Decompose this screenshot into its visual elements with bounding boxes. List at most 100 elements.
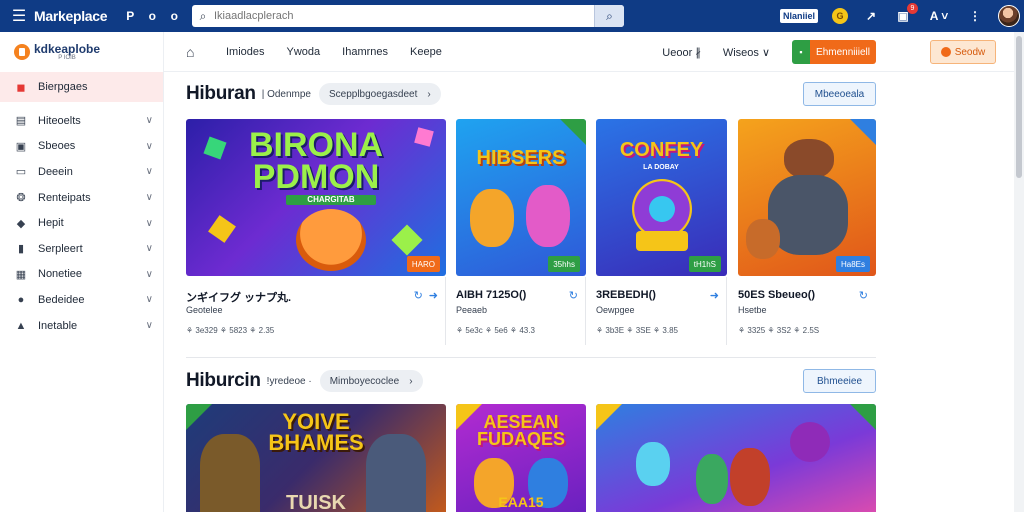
sidebar-item-label: Bedeidee — [38, 293, 85, 306]
game-card[interactable]: AESEAN FUDAQES EAA15 — [456, 404, 586, 512]
logo[interactable]: kdkeaplobe P IOIB — [0, 32, 163, 72]
search-input[interactable] — [214, 10, 594, 22]
refresh-icon[interactable]: ↻ — [414, 289, 423, 302]
notifications-button[interactable]: ▣ 9 — [894, 3, 918, 25]
circle-icon-2[interactable]: o — [165, 7, 183, 25]
coin-icon[interactable]: G — [832, 8, 848, 24]
game-card[interactable]: HIBSERS 35hhs AIBH 7125O() ↻ Peeaeb ⚘ 5e… — [456, 119, 586, 349]
nav-link[interactable]: Ihamrnes — [342, 46, 388, 58]
refresh-icon[interactable]: ↻ — [859, 289, 868, 302]
language-icon[interactable]: A ˅ — [926, 7, 952, 25]
card-actions[interactable]: ↻ — [859, 289, 868, 302]
sidebar-item-label: Inetable — [38, 319, 78, 332]
notification-badge: 9 — [907, 3, 918, 14]
list-icon: ▤ — [15, 115, 27, 128]
scrollbar[interactable] — [1014, 32, 1024, 512]
sidebar-item-label: Hiteoelts — [38, 114, 81, 127]
chevron-down-icon: ∨ — [145, 294, 153, 306]
card-divider — [585, 277, 586, 345]
sidebar-item-home[interactable]: ◼ Bierpgaes — [0, 72, 163, 102]
cart-icon: ▪ — [792, 40, 810, 64]
chevron-down-icon: ∨ — [145, 140, 153, 152]
nav-link[interactable]: Imiodes — [226, 46, 265, 58]
card-divider — [726, 277, 727, 345]
share-icon[interactable]: ↗ — [862, 7, 880, 25]
art-subtitle: EAA15 — [498, 494, 544, 510]
logo-text: kdkeaplobe — [34, 42, 101, 56]
art-subtitle: TUISK — [286, 492, 346, 512]
chevron-right-icon: › — [409, 375, 413, 387]
app-title[interactable]: Markeplace — [34, 8, 108, 24]
tag-icon: ◆ — [16, 217, 26, 230]
view-dropdown[interactable]: Wiseos ∨ — [723, 46, 770, 59]
sidebar-item-label: Hepit — [38, 217, 64, 230]
section-divider — [186, 357, 876, 358]
corner-ribbon — [560, 119, 586, 145]
avatar[interactable] — [998, 5, 1020, 27]
sidebar-item-book[interactable]: ▮ Serpleert ∨ — [0, 236, 163, 262]
card-publisher: Hsetbe — [738, 305, 767, 315]
store-icon: ▣ — [15, 140, 27, 153]
primary-action-button[interactable]: ▪ Ehmenniiiell — [792, 40, 876, 64]
nav-link[interactable]: Keepe — [410, 46, 442, 58]
home-icon[interactable]: ⌂ — [186, 44, 204, 60]
section-filter-pill[interactable]: Scepplbgoegasdeet › — [318, 83, 441, 105]
art-title: BIRONA PDMON — [248, 126, 384, 197]
chevron-down-icon: ∨ — [145, 115, 153, 127]
pill-label: Scepplbgoegasdeet — [328, 88, 418, 100]
game-thumbnail: YOIVE BHAMES TUISK — [186, 404, 446, 512]
section-filter-pill[interactable]: Mimboyecoclee › — [319, 370, 423, 392]
arrow-left-icon[interactable]: ➜ — [710, 289, 719, 302]
card-actions[interactable]: ↻ — [569, 289, 578, 302]
sidebar-item-chat[interactable]: ❂ Renteipats ∨ — [0, 185, 163, 211]
sidebar-item-list[interactable]: ▤ Hiteoelts ∨ — [0, 108, 163, 134]
sort-dropdown[interactable]: Ueoor ∦ — [662, 46, 701, 59]
game-thumbnail: AESEAN FUDAQES EAA15 — [456, 404, 586, 512]
game-card[interactable]: BIRONA PDMON CHARGITAB HARO ンギイフグ ッナプ丸. … — [186, 119, 446, 349]
orange-dot-icon — [940, 47, 951, 57]
p-icon[interactable]: P — [121, 7, 139, 25]
sidebar-item-device[interactable]: ▭ Deeein ∨ — [0, 159, 163, 185]
art-subtitle: CHARGITAB — [286, 195, 376, 205]
card-divider — [445, 277, 446, 345]
main-nav: ⌂ Imiodes Ywoda Ihamrnes Keepe Ueoor ∦ W… — [164, 32, 1024, 72]
card-actions[interactable]: ➜ — [710, 289, 719, 302]
card-title: 50ES Sbeueo() — [738, 289, 816, 301]
account-pill[interactable]: Nlaniiel — [779, 9, 818, 23]
view-all-button[interactable]: Bhmeeiee — [803, 369, 876, 393]
corner-ribbon — [850, 119, 876, 145]
view-all-button[interactable]: Mbeeoeala — [803, 82, 876, 106]
grid-icon: ▦ — [15, 268, 27, 281]
sidebar-item-grid[interactable]: ▦ Nonetiee ∨ — [0, 262, 163, 288]
circle-icon[interactable]: o — [143, 7, 161, 25]
user-icon: ● — [17, 293, 25, 306]
chevron-right-icon: › — [427, 88, 431, 100]
sidebar-item-user[interactable]: ● Bedeidee ∨ — [0, 287, 163, 313]
sidebar-item-alert[interactable]: ▲ Inetable ∨ — [0, 313, 163, 339]
game-card[interactable] — [596, 404, 876, 512]
scrollbar-thumb[interactable] — [1016, 36, 1022, 178]
section-header: Hiburan | Odenmpe Scepplbgoegasdeet › — [186, 83, 441, 105]
search-button[interactable]: ⌕ — [594, 5, 624, 27]
refresh-icon[interactable]: ↻ — [569, 289, 578, 302]
card-title: AIBH 7125O() — [456, 289, 527, 301]
apps-icon[interactable]: ⋮ — [966, 7, 984, 25]
art-title: HIBSERS — [476, 147, 566, 169]
menu-icon[interactable]: ☰ — [6, 0, 32, 32]
arrow-right-icon[interactable]: ➜ — [429, 289, 438, 302]
pill-label: Mimboyecoclee — [329, 375, 400, 387]
game-card[interactable]: Ha8Es 50ES Sbeueo() ↻ Hsetbe ⚘ 3325 ⚘ 3S… — [738, 119, 876, 349]
game-thumbnail: HIBSERS 35hhs — [456, 119, 586, 276]
nav-link[interactable]: Ywoda — [287, 46, 321, 58]
game-card[interactable]: CONFEY LA DOBAY tH1hS 3REBEDH() ➜ Oewpge… — [596, 119, 727, 349]
section-subtitle: !yredeoe · — [266, 375, 312, 387]
sidebar-item-store[interactable]: ▣ Sbeoes ∨ — [0, 134, 163, 160]
secondary-action-button[interactable]: Seodw — [930, 40, 996, 64]
sidebar-item-tag[interactable]: ◆ Hepit ∨ — [0, 210, 163, 236]
chevron-down-icon: ∨ — [145, 217, 153, 229]
card-actions[interactable]: ↻ ➜ — [414, 289, 438, 302]
game-card[interactable]: YOIVE BHAMES TUISK — [186, 404, 446, 512]
card-title: 3REBEDH() — [596, 289, 656, 301]
card-publisher: Oewpgee — [596, 305, 635, 315]
device-icon: ▭ — [15, 166, 27, 179]
